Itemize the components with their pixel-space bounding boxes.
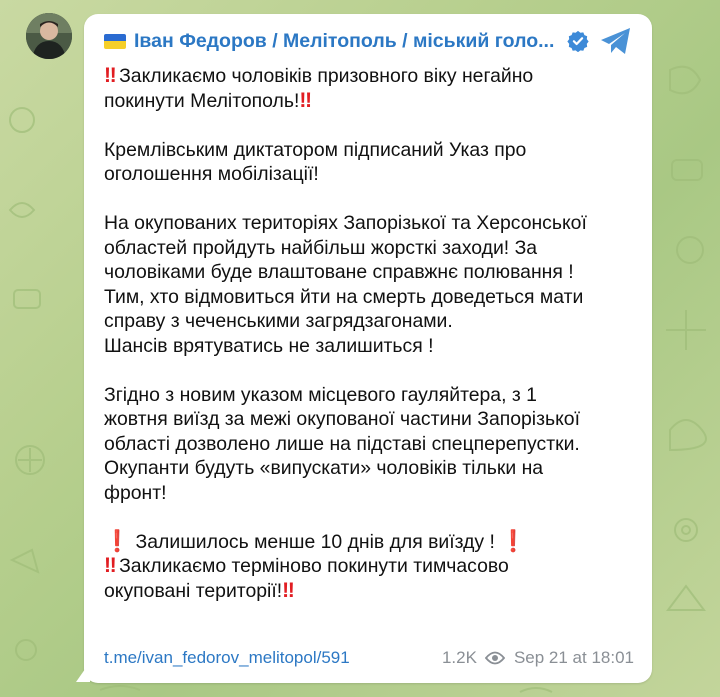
message-bubble: Іван Федоров / Мелітополь / міський голо…: [84, 14, 652, 683]
channel-avatar[interactable]: [26, 13, 72, 59]
message-line: чоловіками буде влаштоване справжнє полю…: [104, 261, 574, 283]
double-exclamation-icon: ‼: [104, 64, 117, 87]
message-line: областей пройдуть найбільш жорсткі заход…: [104, 236, 538, 259]
double-exclamation-icon: ‼: [104, 554, 117, 577]
eye-icon: [484, 651, 505, 665]
message-line: області дозволено лише на підставі спецп…: [104, 432, 580, 455]
view-count: 1.2K: [441, 648, 477, 667]
message-line: Шансів врятуватись не залишиться !: [104, 334, 434, 357]
message-line: Окупанти будуть «випускати» чоловіків ті…: [104, 457, 544, 479]
message-line: ‼ Закликаємо терміново покинути тимчасов…: [104, 554, 509, 577]
exclamation-icon: ❗: [104, 529, 131, 553]
timestamp: Sep 21 at 18:01: [513, 648, 634, 667]
message-line: справу з чеченськими загрядзагонами.: [104, 310, 453, 332]
message-line: оголошення мобілізації!: [104, 163, 319, 185]
message-header: Іван Федоров / Мелітополь / міський голо…: [104, 27, 624, 55]
double-exclamation-icon: ‼: [299, 88, 312, 112]
message-line: покинути Мелітополь!‼: [104, 88, 312, 112]
message-meta: 1.2K Sep 21 at 18:01: [442, 648, 634, 668]
post-link[interactable]: t.me/ivan_fedorov_melitopol/591: [104, 648, 350, 668]
message-line: Тим, хто відмовиться йти на смерть довед…: [104, 285, 584, 308]
verified-badge-icon: [567, 30, 590, 52]
message-line: Кремлівським диктатором підписаний Указ …: [104, 138, 527, 161]
double-exclamation-icon: ‼: [282, 578, 295, 602]
exclamation-icon: ❗: [500, 529, 527, 553]
message-line: ‼ Закликаємо чоловіків призовного віку н…: [104, 64, 534, 87]
message-line: ❗ Залишилось менше 10 днів для виїзду ! …: [104, 529, 527, 553]
message-footer: t.me/ivan_fedorov_melitopol/591 1.2K Sep…: [104, 646, 634, 670]
message-line: жовтня виїзд за межі окупованої частини …: [104, 408, 580, 430]
share-icon[interactable]: [599, 26, 633, 56]
message-line: фронт!: [104, 481, 167, 504]
message-line: Згідно з новим указом місцевого гауляйте…: [104, 383, 537, 406]
avatar-portrait-icon: [26, 13, 72, 59]
ukraine-flag-icon: [104, 33, 126, 49]
bubble-tail: [76, 662, 90, 682]
channel-name[interactable]: Іван Федоров / Мелітополь / міський голо…: [134, 30, 554, 53]
message-text: ‼ Закликаємо чоловіків призовного віку н…: [104, 64, 634, 603]
message-line: На окупованих територіях Запорізької та …: [104, 212, 587, 234]
message-line: окуповані території!‼: [104, 578, 295, 602]
